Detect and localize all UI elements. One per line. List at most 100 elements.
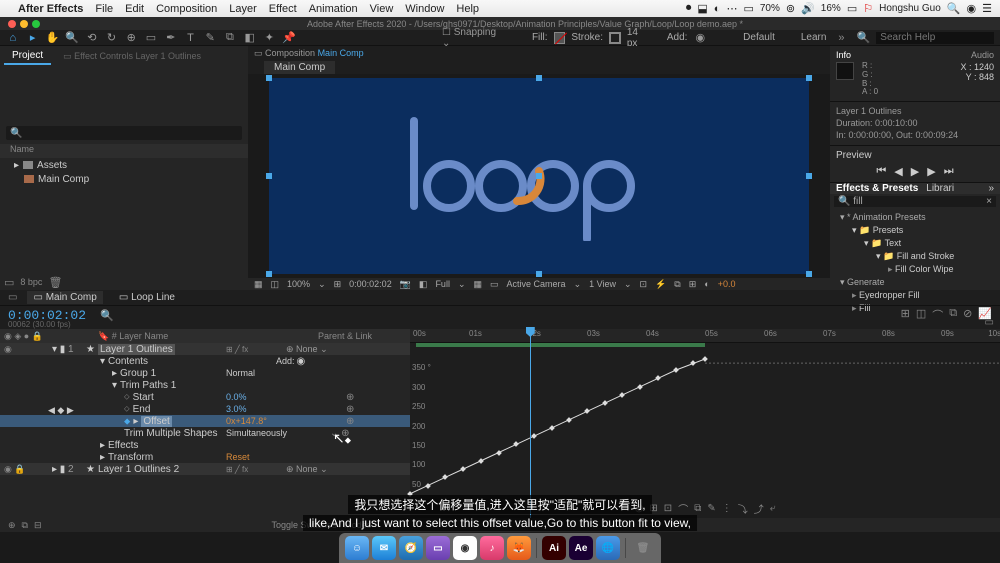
anchor-point-icon[interactable] <box>536 173 542 179</box>
row-effects[interactable]: ▸ Effects <box>0 439 410 451</box>
graph-sep-icon[interactable]: ⋮ <box>722 503 732 514</box>
resolution[interactable]: Full <box>435 279 450 289</box>
prev-frame-icon[interactable]: ◀ <box>894 165 902 178</box>
fill-swatch[interactable] <box>554 32 566 44</box>
timeline-tab-main[interactable]: ▭ Main Comp <box>27 291 102 304</box>
stroke-swatch[interactable] <box>609 32 621 44</box>
tab-effects-presets[interactable]: Effects & Presets <box>836 183 918 194</box>
volume-icon[interactable]: 🔊 <box>801 2 815 15</box>
row-offset[interactable]: ⬥ ▸ Offset 0x+147.8° ⊕ <box>0 415 410 427</box>
exposure-reset-icon[interactable]: ◐ <box>704 279 709 289</box>
ep-presets[interactable]: ▾ 📁 Presets <box>834 224 996 237</box>
notifications-icon[interactable]: ☰ <box>982 2 992 15</box>
flag-icon[interactable]: ⚐ <box>863 2 873 15</box>
clear-search-icon[interactable]: × <box>986 196 992 207</box>
ep-fill-and-stroke[interactable]: ▾ 📁 Fill and Stroke <box>834 250 996 263</box>
handle-tl[interactable] <box>266 75 272 81</box>
next-frame-icon[interactable]: ▶ <box>927 165 935 178</box>
timeline-icon[interactable]: ⧉ <box>674 279 680 290</box>
value-graph[interactable]: 350 ° 300 250 200 150 100 50 <box>410 359 1000 498</box>
channels-icon[interactable]: ◧ <box>419 279 428 290</box>
display-icon[interactable]: ▭ <box>743 2 753 15</box>
project-item-assets[interactable]: ▸ Assets <box>0 158 248 172</box>
playhead[interactable] <box>530 329 531 518</box>
dock-books[interactable]: ▭ <box>426 536 450 560</box>
project-search[interactable]: 🔍 <box>6 126 242 140</box>
dock-illustrator[interactable]: Ai <box>542 536 566 560</box>
ep-animation-presets[interactable]: ▾ * Animation Presets <box>834 211 996 224</box>
panel-overflow-icon[interactable]: » <box>988 183 994 194</box>
search-icon[interactable]: 🔍 <box>857 31 871 45</box>
viewer-time[interactable]: 0:00:02:02 <box>349 279 392 289</box>
graph-editor[interactable]: 00s 01s 02s 03s 04s 05s 06s 07s 08s 09s … <box>410 329 1000 518</box>
row-trim-paths[interactable]: ▾ Trim Paths 1 <box>0 379 410 391</box>
comp-tab-main[interactable]: Main Comp <box>264 61 335 74</box>
graph-ease-out-icon[interactable]: ⤶ <box>770 503 776 514</box>
menu-window[interactable]: Window <box>405 3 444 15</box>
play-icon[interactable]: ▶ <box>911 165 919 178</box>
link-icon[interactable]: ⊕ <box>346 392 354 403</box>
workspace-learn[interactable]: Learn <box>801 32 827 43</box>
handle-bc[interactable] <box>536 271 542 277</box>
menu-help[interactable]: Help <box>456 3 479 15</box>
handle-rc[interactable] <box>806 173 812 179</box>
graph-edit-icon[interactable]: ✎ <box>707 503 715 514</box>
tl-footer-icon3[interactable]: ⊟ <box>34 520 42 531</box>
views-select[interactable]: 1 View <box>589 279 616 289</box>
dock-aftereffects[interactable]: Ae <box>569 536 593 560</box>
tl-footer-icon2[interactable]: ⧉ <box>22 520 28 531</box>
info-tab[interactable]: Info <box>836 50 851 60</box>
close-icon[interactable] <box>8 20 16 28</box>
dock-trash[interactable]: 🗑 <box>631 536 655 560</box>
ep-generate[interactable]: ▾ Generate <box>834 276 996 289</box>
fast-preview-icon[interactable]: ⚡ <box>655 279 666 290</box>
snapshot-icon[interactable]: 📷 <box>400 279 411 290</box>
dock-mail[interactable]: ✉ <box>372 536 396 560</box>
graph-ease-icon[interactable]: ⤴ <box>754 501 764 516</box>
grid-icon[interactable]: ▦ <box>254 279 263 290</box>
record-icon[interactable]: ⏺ <box>686 2 692 15</box>
mask-icon[interactable]: ◫ <box>271 279 280 290</box>
pixel-aspect-icon[interactable]: ⊡ <box>640 279 648 290</box>
composition-viewer[interactable] <box>248 74 830 278</box>
project-column-name[interactable]: Name <box>0 144 248 158</box>
timeline-tab-loop[interactable]: ▭ Loop Line <box>113 291 181 304</box>
first-frame-icon[interactable]: ⏮ <box>876 165 886 178</box>
rotate-tool-icon[interactable]: ↻ <box>105 31 119 45</box>
siri-icon[interactable]: ◉ <box>967 2 977 15</box>
transparency-icon[interactable]: ▦ <box>474 279 483 290</box>
eraser-tool-icon[interactable]: ◧ <box>243 31 257 45</box>
bpc-icon[interactable]: 8 bpc <box>20 277 42 287</box>
zoom-tool-icon[interactable]: 🔍 <box>65 31 79 45</box>
tl-footer-icon1[interactable]: ⊕ <box>8 520 16 531</box>
menu-animation[interactable]: Animation <box>309 3 358 15</box>
roto-tool-icon[interactable]: ✦ <box>263 31 277 45</box>
handle-tc[interactable] <box>536 75 542 81</box>
row-trim-multiple[interactable]: Trim Multiple Shapes Simultaneously ⌄ ⊕ <box>0 427 410 439</box>
flowchart-icon[interactable]: ⊞ <box>689 279 697 290</box>
audio-tab[interactable]: Audio <box>971 50 994 60</box>
project-item-main-comp[interactable]: Main Comp <box>0 172 248 186</box>
row-contents[interactable]: ▾ Contents Add: ◉ <box>0 355 410 367</box>
keyframe-nav[interactable]: ◀ ◆ ▶ <box>48 405 74 416</box>
hand-tool-icon[interactable]: ✋ <box>45 31 59 45</box>
add-button-icon[interactable]: ◉ <box>297 356 306 367</box>
pen-tool-icon[interactable]: ✒ <box>164 31 178 45</box>
row-start[interactable]: ⬦ Start 0.0% ⊕ <box>0 391 410 403</box>
exposure-value[interactable]: +0.0 <box>718 279 736 289</box>
canvas[interactable] <box>269 78 809 274</box>
tab-libraries[interactable]: Librari <box>926 183 954 194</box>
link-icon[interactable]: ⊕ <box>346 416 354 427</box>
traffic-lights[interactable] <box>8 20 40 28</box>
handle-tr[interactable] <box>806 75 812 81</box>
menu-edit[interactable]: Edit <box>125 3 144 15</box>
search-help-input[interactable]: Search Help <box>876 32 994 44</box>
work-area-bar[interactable] <box>416 343 705 347</box>
dock-firefox[interactable]: 🦊 <box>507 536 531 560</box>
spotlight-icon[interactable]: 🔍 <box>947 2 961 15</box>
dock-globe[interactable]: 🌐 <box>596 536 620 560</box>
minimize-icon[interactable] <box>20 20 28 28</box>
wifi-icon[interactable]: ⊚ <box>786 2 795 15</box>
render-queue-icon[interactable]: ▭ <box>8 292 17 303</box>
preview-res-icon[interactable]: ⊞ <box>334 279 342 290</box>
